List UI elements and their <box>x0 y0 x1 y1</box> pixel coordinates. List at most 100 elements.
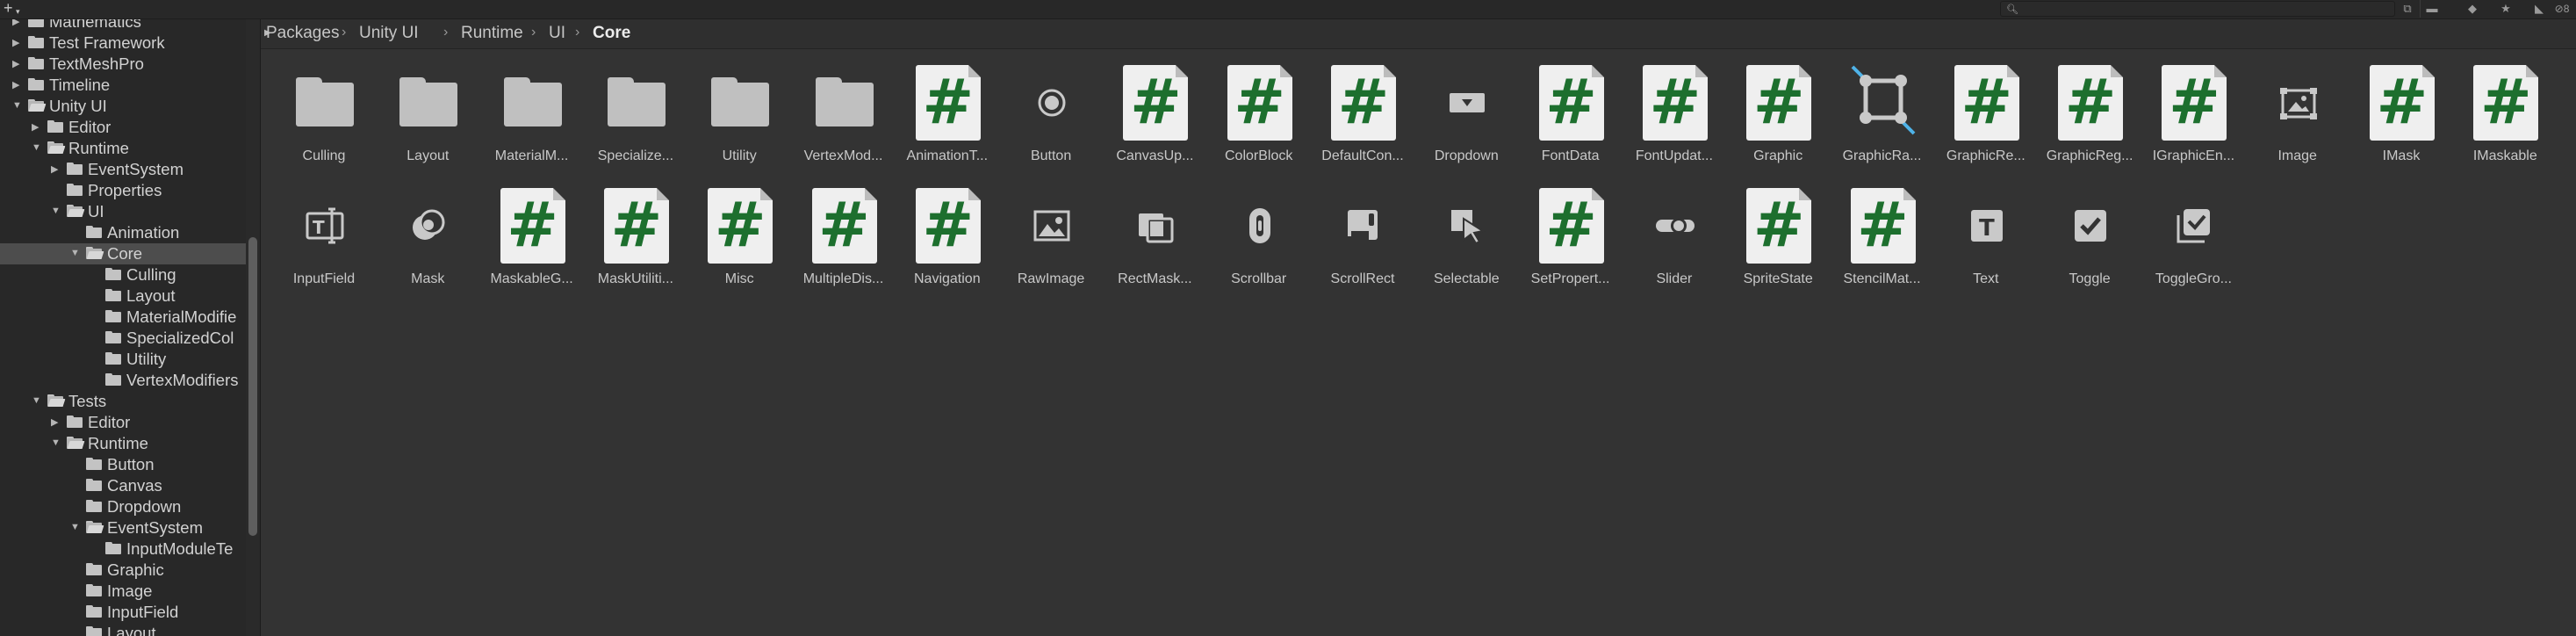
asset-toggle[interactable]: Toggle <box>2042 188 2137 302</box>
asset-slider[interactable]: Slider <box>1627 188 1722 302</box>
asset-culling[interactable]: Culling <box>277 65 371 179</box>
collapsed-arrow-icon[interactable]: ▶ <box>12 58 23 69</box>
expanded-arrow-icon[interactable]: ▼ <box>32 395 42 406</box>
breadcrumb-ui[interactable]: UI <box>549 24 565 43</box>
tree-item-layout[interactable]: Layout <box>0 623 246 636</box>
tree-scrollbar[interactable] <box>246 19 260 636</box>
collapsed-arrow-icon[interactable]: ▶ <box>12 19 23 27</box>
search-by-type-icon[interactable]: ⧉ <box>2397 0 2418 18</box>
tree-item-eventsystem[interactable]: ▶ EventSystem <box>0 159 246 180</box>
label-filter-icon[interactable]: ◆ <box>2462 0 2483 18</box>
asset-imask[interactable]: # IMask <box>2354 65 2449 179</box>
expanded-arrow-icon[interactable]: ▼ <box>70 248 81 258</box>
asset-igraphicen[interactable]: # IGraphicEn... <box>2146 65 2241 179</box>
tree-item-textmeshpro[interactable]: ▶ TextMeshPro <box>0 54 246 75</box>
tree-item-image[interactable]: Image <box>0 581 246 602</box>
tree-item-materialmodifie[interactable]: MaterialModifie <box>0 307 246 328</box>
tree-item-inputfield[interactable]: InputField <box>0 602 246 623</box>
tree-item-canvas[interactable]: Canvas <box>0 475 246 496</box>
asset-rawimage[interactable]: RawImage <box>1004 188 1098 302</box>
asset-text[interactable]: T Text <box>1939 188 2033 302</box>
tree-item-tests[interactable]: ▼ Tests <box>0 391 246 412</box>
asset-materialm[interactable]: MaterialM... <box>485 65 579 179</box>
expanded-arrow-icon[interactable]: ▼ <box>12 100 23 111</box>
tree-item-utility[interactable]: Utility <box>0 349 246 370</box>
asset-rectmask[interactable]: RectMask... <box>1107 188 1202 302</box>
asset-animationt[interactable]: # AnimationT... <box>900 65 995 179</box>
asset-specialize[interactable]: Specialize... <box>588 65 683 179</box>
tree-item-editor[interactable]: ▶ Editor <box>0 412 246 433</box>
asset-scrollbar[interactable]: Scrollbar <box>1212 188 1306 302</box>
tree-item-dropdown[interactable]: Dropdown <box>0 496 246 517</box>
asset-maskableg[interactable]: # MaskableG... <box>485 188 579 302</box>
collapsed-arrow-icon[interactable]: ▶ <box>32 121 42 133</box>
collapsed-arrow-icon[interactable]: ▶ <box>51 416 61 428</box>
breadcrumb-packages[interactable]: Packages <box>266 24 339 43</box>
breadcrumb-runtime[interactable]: Runtime <box>461 24 523 43</box>
asset-graphicra[interactable]: GraphicRa... <box>1835 65 1930 179</box>
expanded-arrow-icon[interactable]: ▼ <box>51 206 61 216</box>
asset-graphicreg[interactable]: # GraphicReg... <box>2042 65 2137 179</box>
tree-item-button[interactable]: Button <box>0 454 246 475</box>
asset-spritestate[interactable]: # SpriteState <box>1731 188 1825 302</box>
asset-fontupdat[interactable]: # FontUpdat... <box>1627 65 1722 179</box>
asset-scrollrect[interactable]: ScrollRect <box>1315 188 1410 302</box>
asset-graphicre[interactable]: # GraphicRe... <box>1939 65 2033 179</box>
expanded-arrow-icon[interactable]: ▼ <box>32 142 42 153</box>
expanded-arrow-icon[interactable]: ▼ <box>51 437 61 448</box>
asset-navigation[interactable]: # Navigation <box>900 188 995 302</box>
breadcrumb-core[interactable]: Core <box>593 24 630 43</box>
asset-canvasup[interactable]: # CanvasUp... <box>1107 65 1202 179</box>
add-asset-button[interactable]: + ▾ <box>4 0 26 17</box>
tree-item-eventsystem[interactable]: ▼ EventSystem <box>0 517 246 538</box>
asset-misc[interactable]: # Misc <box>692 188 787 302</box>
tree-item-runtime[interactable]: ▼ Runtime <box>0 433 246 454</box>
asset-togglegro[interactable]: ToggleGro... <box>2146 188 2241 302</box>
tree-item-inputmodulete[interactable]: InputModuleTe <box>0 538 246 560</box>
asset-utility[interactable]: Utility <box>692 65 787 179</box>
tree-item-vertexmodifiers[interactable]: VertexModifiers <box>0 370 246 391</box>
asset-imaskable[interactable]: # IMaskable <box>2457 65 2552 179</box>
expanded-arrow-icon[interactable]: ▼ <box>70 522 81 532</box>
favorite-star-icon[interactable]: ★ <box>2495 0 2516 18</box>
asset-image[interactable]: Image <box>2250 65 2345 179</box>
tree-item-ui[interactable]: ▼ UI <box>0 201 246 222</box>
tree-item-mathematics[interactable]: ▶ Mathematics <box>0 19 246 33</box>
asset-multipledis[interactable]: # MultipleDis... <box>796 188 891 302</box>
tree-item-timeline[interactable]: ▶ Timeline <box>0 75 246 96</box>
asset-selectable[interactable]: Selectable <box>1419 188 1514 302</box>
asset-graphic[interactable]: # Graphic <box>1731 65 1825 179</box>
lock-icon[interactable]: ▬ <box>2421 0 2443 18</box>
search-input[interactable]: 🔍︎ <box>2000 1 2395 17</box>
tree-scrollbar-thumb[interactable] <box>248 237 257 536</box>
tree-item-culling[interactable]: Culling <box>0 264 246 285</box>
asset-setpropert[interactable]: # SetPropert... <box>1523 188 1618 302</box>
asset-maskutiliti[interactable]: # MaskUtiliti... <box>588 188 683 302</box>
tree-item-layout[interactable]: Layout <box>0 285 246 307</box>
asset-dropdown[interactable]: Dropdown <box>1419 65 1514 179</box>
tree-item-editor[interactable]: ▶ Editor <box>0 117 246 138</box>
collapsed-arrow-icon[interactable]: ▶ <box>12 37 23 48</box>
tree-item-specializedcol[interactable]: SpecializedCol <box>0 328 246 349</box>
hidden-packages-toggle[interactable]: ⊘8 <box>2548 0 2576 18</box>
asset-vertexmod[interactable]: VertexMod... <box>796 65 891 179</box>
asset-layout[interactable]: Layout <box>380 65 475 179</box>
tree-item-properties[interactable]: Properties <box>0 180 246 201</box>
asset-inputfield[interactable]: T InputField <box>277 188 371 302</box>
tree-item-core[interactable]: ▼ Core <box>0 243 246 264</box>
tree-item-graphic[interactable]: Graphic <box>0 560 246 581</box>
tree-item-animation[interactable]: Animation <box>0 222 246 243</box>
breadcrumb-unity-ui[interactable]: Unity UI <box>359 24 419 43</box>
asset-mask[interactable]: Mask <box>380 188 475 302</box>
collapsed-arrow-icon[interactable]: ▶ <box>12 79 23 90</box>
asset-fontdata[interactable]: # FontData <box>1523 65 1618 179</box>
collapsed-arrow-icon[interactable]: ▶ <box>51 163 61 175</box>
tree-item-unity-ui[interactable]: ▼ Unity UI <box>0 96 246 117</box>
asset-defaultcon[interactable]: # DefaultCon... <box>1315 65 1410 179</box>
asset-button[interactable]: Button <box>1004 65 1098 179</box>
tree-item-test-framework[interactable]: ▶ Test Framework <box>0 33 246 54</box>
asset-colorblock[interactable]: # ColorBlock <box>1212 65 1306 179</box>
tree-item-runtime[interactable]: ▼ Runtime <box>0 138 246 159</box>
asset-stencilmat[interactable]: # StencilMat... <box>1835 188 1930 302</box>
bookmark-icon[interactable]: ◣ <box>2529 0 2550 18</box>
